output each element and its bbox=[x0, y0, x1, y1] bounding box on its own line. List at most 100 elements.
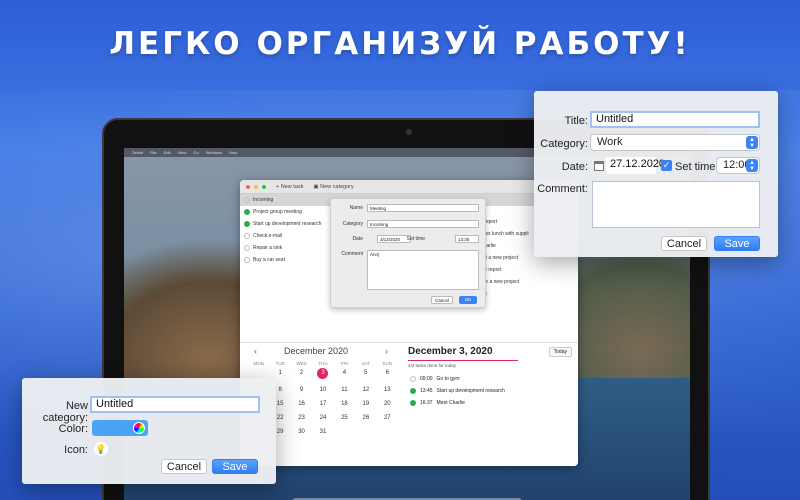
task-row[interactable]: ing bbox=[480, 288, 529, 300]
menu-item[interactable]: Windows bbox=[206, 150, 222, 155]
task-panel: Title: Untitled Category: Work ▲ ▼ Date: … bbox=[534, 91, 778, 257]
calendar-day bbox=[355, 429, 376, 435]
cancel-button[interactable]: Cancel bbox=[661, 236, 707, 251]
task-row[interactable]: Charlie bbox=[480, 240, 529, 252]
next-month-icon[interactable]: › bbox=[385, 346, 388, 356]
menu-item[interactable]: File bbox=[150, 150, 156, 155]
calendar-area: ‹ December 2020 › MON TUE WED THU FRI SAT SUN … bbox=[240, 342, 578, 466]
menu-item[interactable]: Help bbox=[229, 150, 237, 155]
save-button[interactable]: Save bbox=[212, 459, 258, 474]
calendar-day bbox=[377, 429, 398, 435]
save-button[interactable]: Save bbox=[714, 236, 760, 251]
calendar-day[interactable]: 13 bbox=[377, 387, 398, 393]
calendar-day[interactable]: 31 bbox=[312, 429, 333, 435]
calendar-day[interactable]: 18 bbox=[334, 401, 355, 407]
category-label: Category bbox=[342, 221, 363, 227]
menu-item[interactable]: View bbox=[178, 150, 187, 155]
calendar-day[interactable]: 17 bbox=[312, 401, 333, 407]
calendar-day[interactable]: 24 bbox=[312, 415, 333, 421]
calendar-day[interactable]: 5 bbox=[355, 370, 376, 379]
comment-field[interactable]: Ann| bbox=[367, 250, 479, 290]
camera bbox=[406, 129, 412, 135]
task-list: Incoming Project group meeting Start up … bbox=[240, 194, 578, 342]
calendar-day[interactable]: 6 bbox=[377, 370, 398, 379]
minimize-icon[interactable] bbox=[254, 184, 258, 189]
task-row[interactable]: h report bbox=[480, 216, 529, 228]
calendar-day[interactable]: 4 bbox=[334, 370, 355, 379]
calendar-day[interactable]: 12 bbox=[355, 387, 376, 393]
weekday-label: TUE bbox=[275, 361, 285, 366]
calendar-day[interactable]: 3 bbox=[312, 368, 333, 379]
calendar-icon[interactable] bbox=[594, 161, 604, 171]
weekday-label: SAT bbox=[361, 361, 371, 366]
calendar-day bbox=[334, 429, 355, 435]
weekday-label: MON bbox=[253, 361, 264, 366]
new-task-button[interactable]: + New task bbox=[276, 184, 303, 190]
color-label: Color: bbox=[58, 423, 88, 435]
date-label: Date: bbox=[561, 161, 588, 173]
task-row[interactable]: ness lunch with suppli bbox=[480, 228, 529, 240]
task-dialog-mini: Name Meeting Category Incoming Date 3/12… bbox=[330, 198, 486, 308]
time-field[interactable]: 13:30 bbox=[455, 235, 479, 243]
calendar-day[interactable]: 27 bbox=[377, 415, 398, 421]
calendar-day[interactable]: 11 bbox=[334, 387, 355, 393]
task-row[interactable]: the report bbox=[480, 264, 529, 276]
calendar-day[interactable]: 25 bbox=[334, 415, 355, 421]
cancel-button[interactable]: Cancel bbox=[161, 459, 207, 474]
checkmark-icon bbox=[244, 221, 250, 227]
agenda-item[interactable]: 09:00 Go to gym bbox=[410, 373, 505, 385]
time-stepper-icon[interactable]: ▲ ▼ bbox=[746, 159, 758, 172]
today-button[interactable]: Today bbox=[548, 347, 572, 357]
calendar-day[interactable]: 30 bbox=[291, 429, 312, 435]
category-panel: New category: Untitled Color: Icon: 💡 Ca… bbox=[22, 378, 276, 484]
title-input[interactable]: Untitled bbox=[590, 111, 760, 128]
weekday-label: WED bbox=[296, 361, 307, 366]
calendar-day[interactable]: 10 bbox=[312, 387, 333, 393]
comment-label: Comment bbox=[341, 251, 363, 257]
calendar-day[interactable]: 9 bbox=[291, 387, 312, 393]
zoom-icon[interactable] bbox=[262, 184, 266, 189]
ok-button[interactable]: OK bbox=[459, 296, 477, 304]
calendar-day[interactable]: 26 bbox=[355, 415, 376, 421]
category-name-input[interactable]: Untitled bbox=[90, 396, 260, 413]
cancel-button[interactable]: Cancel bbox=[431, 296, 453, 304]
calendar-day[interactable]: 16 bbox=[291, 401, 312, 407]
category-select[interactable]: Work ▲ ▼ bbox=[590, 134, 760, 151]
title-label: Title: bbox=[564, 115, 588, 127]
agenda-list: 09:00 Go to gym 13:45 Start up development… bbox=[410, 373, 505, 409]
chevron-updown-icon: ▲ ▼ bbox=[746, 136, 758, 149]
checkmark-icon bbox=[410, 400, 416, 406]
app-toolbar: + New task ▣ New category bbox=[240, 180, 578, 194]
task-row[interactable]: ent a new project bbox=[480, 252, 529, 264]
comment-label: Comment: bbox=[537, 183, 588, 195]
headline: ЛЕГКО ОРГАНИЗУЙ РАБОТУ! bbox=[109, 26, 691, 62]
prev-month-icon[interactable]: ‹ bbox=[254, 346, 257, 356]
agenda-item[interactable]: 13:45 Start up development research bbox=[410, 385, 505, 397]
menu-item[interactable]: Zenkit bbox=[132, 150, 143, 155]
agenda-item[interactable]: 16:37 Meet Charlie bbox=[410, 397, 505, 409]
time-field[interactable]: 12:00 ▲ ▼ bbox=[716, 157, 760, 174]
month-title: December 2020 bbox=[284, 346, 349, 356]
date-field[interactable]: 27.12.2020 bbox=[606, 157, 665, 174]
category-select[interactable]: Incoming bbox=[367, 220, 479, 228]
day-view: December 3, 2020 Today 2/3 tasks done fo… bbox=[406, 343, 578, 466]
task-row[interactable]: ove a new project bbox=[480, 276, 529, 288]
color-wheel-icon[interactable] bbox=[133, 422, 145, 434]
weekday-label: FRI bbox=[340, 361, 349, 366]
right-task-list: h report ness lunch with suppli Charlie … bbox=[480, 216, 529, 300]
set-time-checkbox[interactable]: ✓ bbox=[661, 160, 672, 171]
day-summary: 2/3 tasks done for today bbox=[408, 363, 457, 368]
close-icon[interactable] bbox=[246, 184, 250, 189]
comment-field[interactable] bbox=[592, 181, 760, 228]
menu-item[interactable]: Go bbox=[193, 150, 198, 155]
new-category-button[interactable]: ▣ New category bbox=[313, 184, 353, 190]
lightbulb-icon[interactable]: 💡 bbox=[94, 442, 108, 456]
calendar-day[interactable]: 20 bbox=[377, 401, 398, 407]
menu-item[interactable]: Edit bbox=[164, 150, 171, 155]
name-field[interactable]: Meeting bbox=[367, 204, 479, 212]
calendar-day[interactable]: 2 bbox=[291, 370, 312, 379]
calendar-day[interactable]: 23 bbox=[291, 415, 312, 421]
weekday-label: SUN bbox=[382, 361, 393, 366]
calendar-day[interactable]: 19 bbox=[355, 401, 376, 407]
date-label: Date bbox=[352, 236, 363, 242]
